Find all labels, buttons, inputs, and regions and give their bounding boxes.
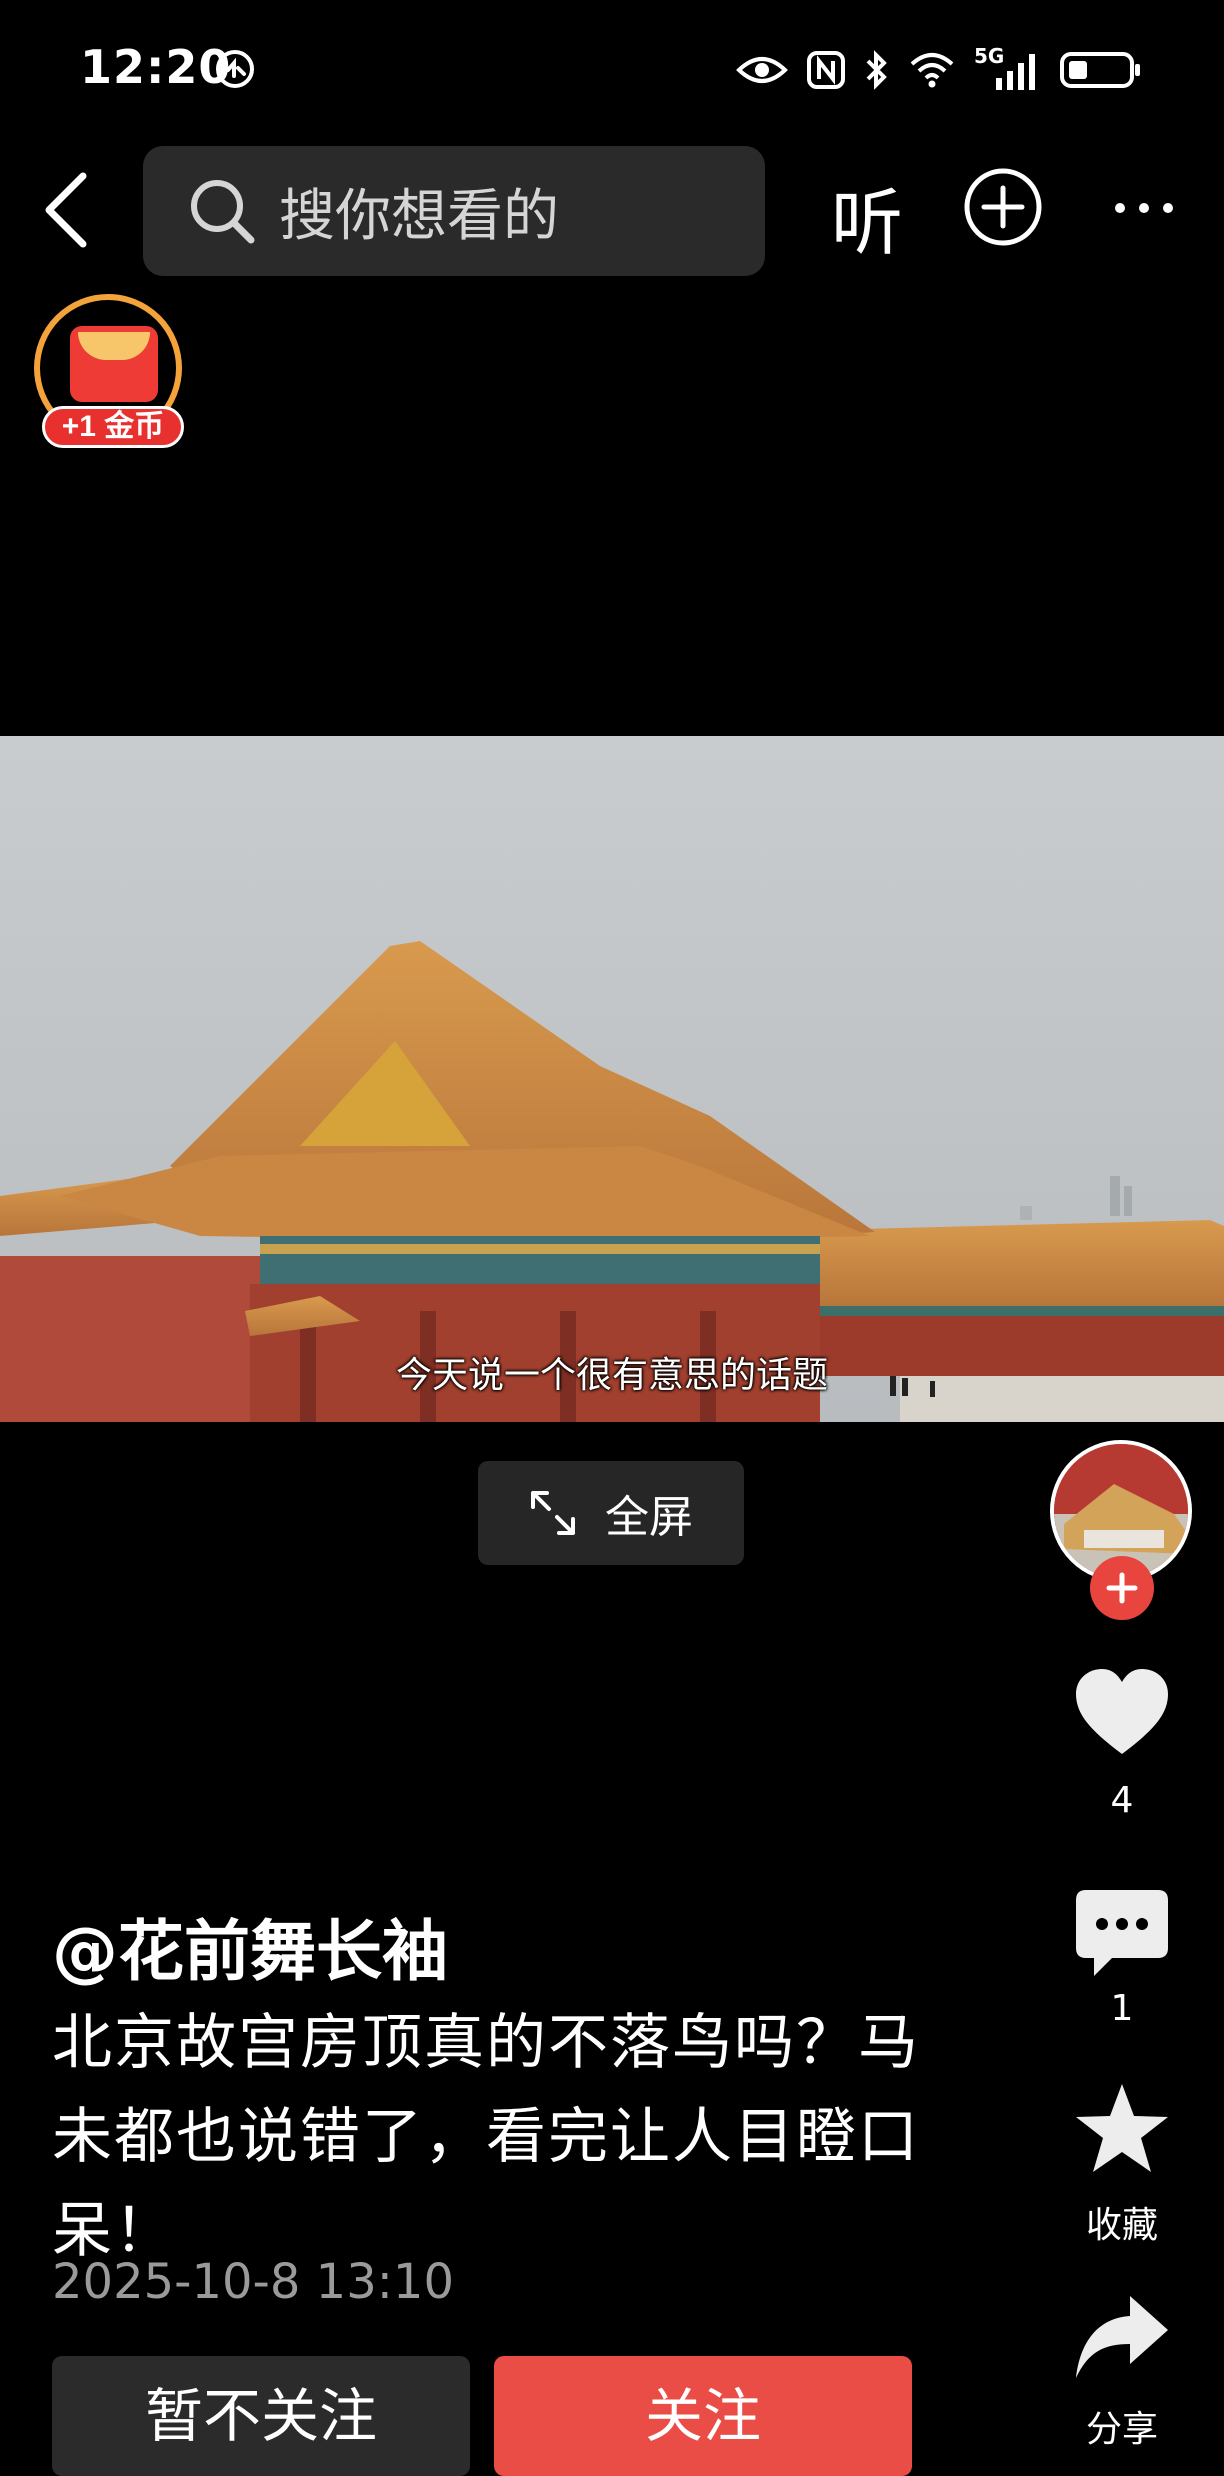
coin-reward-badge[interactable]: +1 金币 — [30, 290, 198, 458]
description-line: 北京故宫房顶真的不落鸟吗？马 — [52, 2008, 920, 2078]
add-circle-icon[interactable] — [962, 166, 1044, 248]
comment-icon[interactable] — [1072, 1886, 1172, 1982]
comment-count: 1 — [1110, 1988, 1134, 2029]
like-count: 4 — [1110, 1780, 1134, 1821]
back-button[interactable] — [30, 160, 102, 260]
plus-icon — [1106, 1572, 1138, 1604]
heart-icon[interactable] — [1072, 1666, 1172, 1758]
wifi-icon — [910, 53, 954, 88]
nfc-icon — [807, 51, 845, 89]
battery-icon — [1060, 52, 1140, 88]
coin-label: +1 金币 — [42, 406, 184, 448]
status-icons: 5G — [736, 44, 1142, 96]
signal-icon: 5G — [974, 44, 1042, 92]
share-label: 分享 — [1085, 2409, 1158, 2450]
video-frame-image — [0, 736, 1224, 1422]
more-options-icon[interactable] — [1112, 188, 1176, 228]
post-timestamp: 2025-10-8 13:10 — [52, 2254, 454, 2310]
expand-icon — [531, 1491, 575, 1535]
notification-icon — [214, 48, 256, 90]
search-icon — [191, 180, 255, 244]
favorite-label: 收藏 — [1085, 2205, 1158, 2246]
follow-button[interactable]: 关注 — [494, 2356, 912, 2476]
fullscreen-button[interactable]: 全屏 — [478, 1461, 744, 1565]
follow-plus-button[interactable] — [1090, 1556, 1154, 1620]
listen-button[interactable]: 听 — [822, 164, 912, 269]
video-subtitle: 今天说一个很有意思的话题 — [395, 1355, 828, 1396]
description-line: 未都也说错了，看完让人目瞪口 — [52, 2102, 920, 2172]
share-icon[interactable] — [1072, 2290, 1172, 2386]
red-envelope-icon — [70, 326, 158, 402]
not-follow-button[interactable]: 暂不关注 — [52, 2356, 470, 2476]
star-icon[interactable] — [1072, 2080, 1172, 2176]
search-placeholder: 搜你想看的 — [279, 183, 559, 249]
video-player[interactable] — [0, 736, 1224, 1422]
search-bar[interactable]: 搜你想看的 — [143, 146, 765, 276]
status-time: 12:20 — [80, 40, 232, 94]
bluetooth-icon — [866, 50, 887, 90]
fullscreen-label: 全屏 — [605, 1492, 693, 1543]
eye-icon — [736, 57, 788, 83]
author-name[interactable]: @花前舞长袖 — [52, 1898, 448, 1994]
chevron-left-icon — [45, 172, 87, 248]
post-description: 北京故宫房顶真的不落鸟吗？马 未都也说错了，看完让人目瞪口 呆！ — [52, 1996, 982, 2278]
